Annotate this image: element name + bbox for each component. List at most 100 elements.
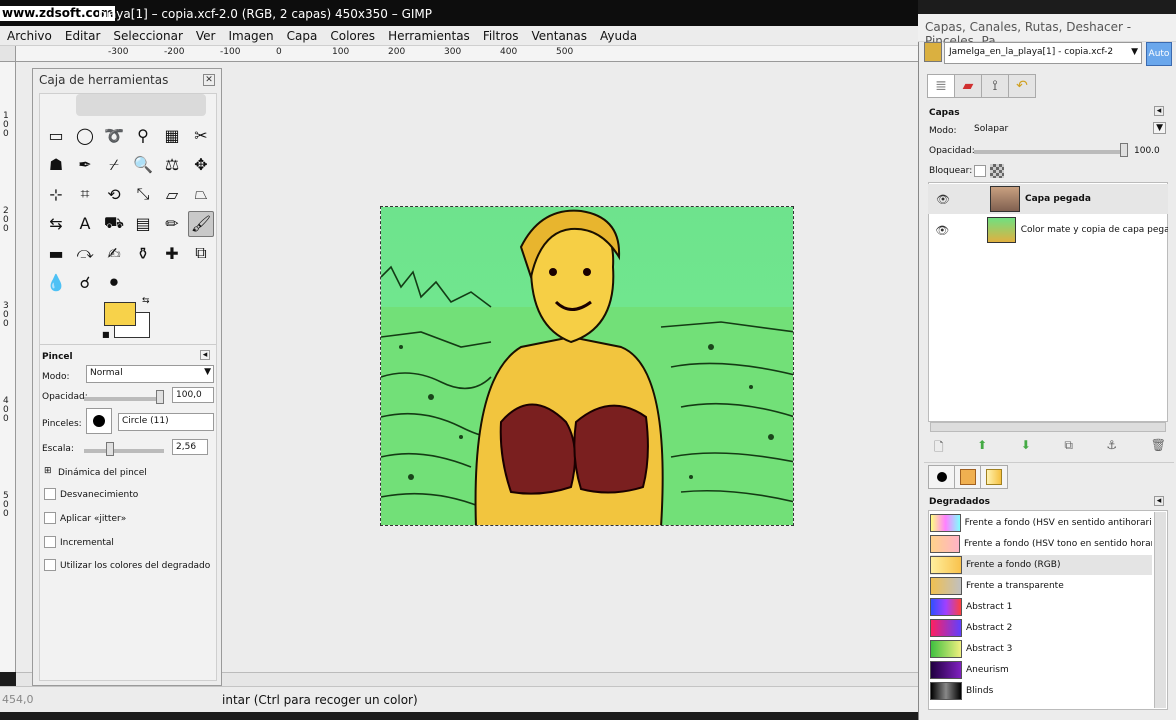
undo-tab-icon[interactable]: ↶ xyxy=(1008,74,1036,98)
blur-icon[interactable]: 💧 xyxy=(43,270,69,296)
gradient-item[interactable]: Aneurism xyxy=(930,660,1152,680)
move-icon[interactable]: ✥ xyxy=(188,152,214,178)
gradient-item[interactable]: Abstract 2 xyxy=(930,618,1152,638)
bucket-fill-icon[interactable]: ⛟ xyxy=(101,211,127,237)
channels-tab-icon[interactable]: ▰ xyxy=(954,74,982,98)
lock-alpha-icon[interactable] xyxy=(990,164,1004,178)
panel-menu-icon[interactable]: ◂ xyxy=(200,350,210,360)
anchor-layer-icon[interactable]: ⚓ xyxy=(1106,438,1117,456)
menu-ayuda[interactable]: Ayuda xyxy=(593,29,643,43)
foreground-select-icon[interactable]: ☗ xyxy=(43,152,69,178)
gradients-tab[interactable] xyxy=(980,465,1008,489)
layers-hscrollbar[interactable] xyxy=(930,422,1166,432)
color-area[interactable]: ⇆ ■ xyxy=(102,296,154,340)
raise-layer-icon[interactable]: ⬆ xyxy=(977,438,987,456)
ink-icon[interactable]: ✍ xyxy=(101,240,127,266)
text-icon[interactable]: A xyxy=(72,211,98,237)
flip-icon[interactable]: ⇆ xyxy=(43,211,69,237)
fade-checkbox[interactable] xyxy=(44,488,56,500)
incremental-checkbox[interactable] xyxy=(44,536,56,548)
menu-archivo[interactable]: Archivo xyxy=(0,29,58,43)
gradient-item[interactable]: Frente a fondo (HSV tono en sentido hora… xyxy=(930,534,1152,554)
gradient-item[interactable]: Frente a transparente xyxy=(930,576,1152,596)
eye-icon[interactable]: 👁 xyxy=(928,224,957,237)
brushes-tab[interactable] xyxy=(928,465,956,489)
gradient-item[interactable]: Frente a fondo (HSV en sentido antihorar… xyxy=(930,513,1152,533)
menu-capa[interactable]: Capa xyxy=(280,29,324,43)
shear-icon[interactable]: ▱ xyxy=(159,181,185,207)
scale-slider[interactable] xyxy=(84,449,164,453)
gradient-item[interactable]: Blinds xyxy=(930,681,1152,701)
layer-opacity-slider[interactable] xyxy=(974,150,1124,154)
align-icon[interactable]: ⊹ xyxy=(43,181,69,207)
pencil-icon[interactable]: ✏ xyxy=(159,211,185,237)
panel-menu-icon[interactable]: ◂ xyxy=(1154,496,1164,506)
paintbrush-icon[interactable]: 🖌 xyxy=(188,210,214,237)
expand-icon[interactable]: ⊞ xyxy=(44,466,52,476)
lower-layer-icon[interactable]: ⬇ xyxy=(1021,438,1031,456)
close-icon[interactable]: ✕ xyxy=(203,74,215,86)
layers-tab-icon[interactable]: ≣ xyxy=(927,74,955,98)
dodge-burn-icon[interactable]: ⚫ xyxy=(101,270,127,296)
brush-name-field[interactable]: Circle (11) xyxy=(118,413,214,431)
auto-button[interactable]: Auto xyxy=(1146,42,1172,66)
opacity-slider-knob[interactable] xyxy=(156,390,164,404)
measure-icon[interactable]: ⚖ xyxy=(159,152,185,178)
eraser-icon[interactable]: ▬ xyxy=(43,240,69,266)
zoom-icon[interactable]: 🔍 xyxy=(130,152,156,178)
menu-filtros[interactable]: Filtros xyxy=(476,29,525,43)
layer-name[interactable]: Color mate y copia de capa pegad xyxy=(1021,225,1168,235)
image-selector-dropdown[interactable]: Jamelga_en_la_playa[1] - copia.xcf-2 ▼ xyxy=(944,42,1142,64)
mode-dropdown[interactable]: Normal ▼ xyxy=(86,365,214,383)
swap-colors-icon[interactable]: ⇆ xyxy=(142,296,150,306)
default-colors-icon[interactable]: ■ xyxy=(102,330,110,339)
gradient-item[interactable]: Abstract 3 xyxy=(930,639,1152,659)
rotate-icon[interactable]: ⟲ xyxy=(101,181,127,207)
foreground-color-swatch[interactable] xyxy=(104,302,136,326)
layer-name[interactable]: Capa pegada xyxy=(1025,194,1091,204)
menu-editar[interactable]: Editar xyxy=(58,29,107,43)
airbrush-icon[interactable]: ⤼ xyxy=(72,240,98,266)
duplicate-layer-icon[interactable]: ⧉ xyxy=(1064,438,1073,456)
clone-icon[interactable]: ⚱ xyxy=(130,240,156,266)
scale-icon[interactable]: ⤡ xyxy=(130,181,156,207)
opacity-spinbox[interactable]: 100,0 xyxy=(172,387,214,403)
menu-colores[interactable]: Colores xyxy=(323,29,381,43)
menu-seleccionar[interactable]: Seleccionar xyxy=(106,29,188,43)
blend-icon[interactable]: ▤ xyxy=(130,211,156,237)
perspective-icon[interactable]: ⏢ xyxy=(188,181,214,207)
new-layer-icon[interactable]: 🗋 xyxy=(934,438,944,456)
panel-menu-icon[interactable]: ◂ xyxy=(1154,106,1164,116)
layer-opacity-knob[interactable] xyxy=(1120,143,1128,157)
delete-layer-icon[interactable]: 🗑 xyxy=(1151,438,1166,456)
patterns-tab[interactable] xyxy=(954,465,982,489)
scissors-icon[interactable]: ✂ xyxy=(188,122,214,148)
opacity-slider[interactable] xyxy=(84,397,164,401)
paths-tab-icon[interactable]: ⟟ xyxy=(981,74,1009,98)
paths-icon[interactable]: ✒ xyxy=(72,152,98,178)
scale-slider-knob[interactable] xyxy=(105,442,114,456)
jitter-checkbox[interactable] xyxy=(44,512,56,524)
layer-row[interactable]: 👁 Color mate y copia de capa pegad xyxy=(928,215,1168,245)
gradient-item[interactable]: Frente a fondo (RGB) xyxy=(930,555,1152,575)
layer-opacity-value[interactable]: 100.0 xyxy=(1134,146,1160,156)
scale-spinbox[interactable]: 2,56 xyxy=(172,439,208,455)
gradient-colors-checkbox[interactable] xyxy=(44,559,56,571)
eye-icon[interactable]: 👁 xyxy=(928,193,958,206)
menu-imagen[interactable]: Imagen xyxy=(221,29,279,43)
color-picker-icon[interactable]: ⌿ xyxy=(101,152,127,178)
smudge-icon[interactable]: ☌ xyxy=(72,270,98,296)
lock-pixels-checkbox[interactable] xyxy=(974,165,986,177)
gradient-item[interactable]: Abstract 1 xyxy=(930,597,1152,617)
fuzzy-select-icon[interactable]: ⚲ xyxy=(130,122,156,148)
color-select-icon[interactable]: ▦ xyxy=(159,122,185,148)
crop-icon[interactable]: ⌗ xyxy=(72,181,98,207)
layer-mode-dropdown[interactable]: Solapar ▼ xyxy=(970,121,1168,139)
perspective-clone-icon[interactable]: ⧉ xyxy=(188,240,214,266)
lasso-icon[interactable]: ➰ xyxy=(101,122,127,148)
dynamics-expander[interactable]: Dinámica del pincel xyxy=(58,468,147,478)
rect-select-icon[interactable]: ▭ xyxy=(43,122,69,148)
layer-row[interactable]: 👁 Capa pegada xyxy=(928,184,1168,214)
gradients-vscrollbar[interactable] xyxy=(1154,512,1166,708)
menu-ventanas[interactable]: Ventanas xyxy=(524,29,593,43)
